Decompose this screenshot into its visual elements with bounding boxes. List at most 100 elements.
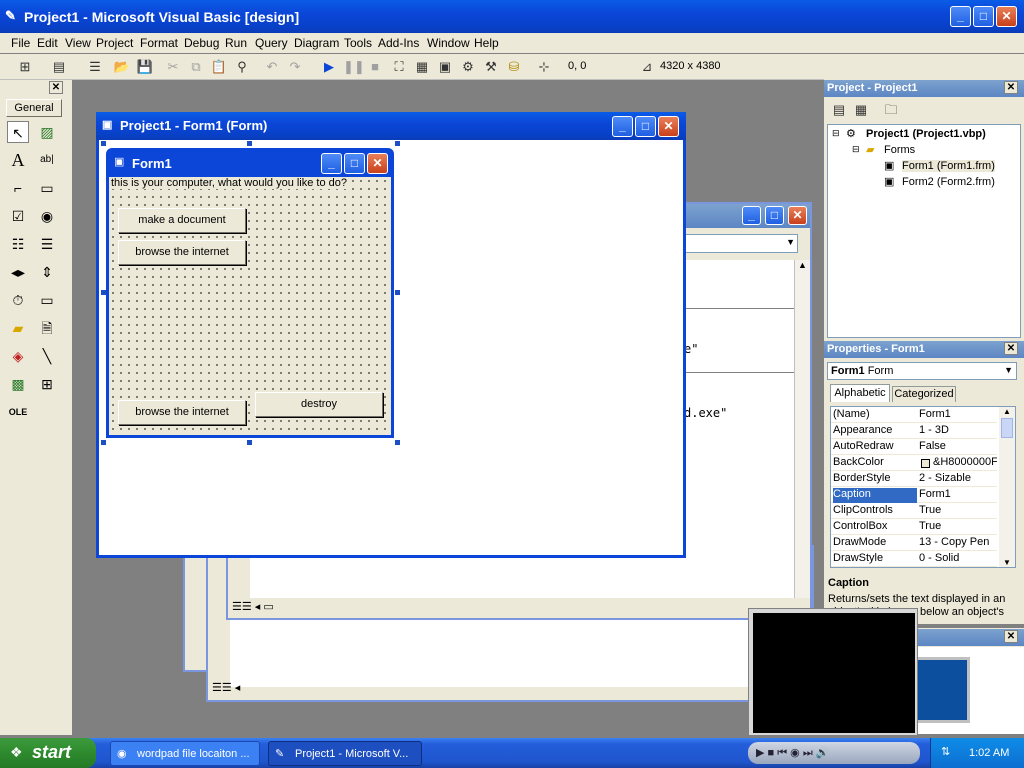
menu-run[interactable]: Run — [225, 36, 247, 50]
start-button[interactable]: ❖ start — [0, 738, 96, 768]
resize-handle[interactable] — [395, 290, 400, 295]
commandbutton-tool-icon[interactable]: ▭ — [36, 177, 58, 199]
add-project-icon[interactable]: ⊞ — [16, 58, 34, 76]
task-visual-basic[interactable]: ✎ Project1 - Microsoft V... — [268, 741, 422, 766]
textbox-tool-icon[interactable]: ab| — [36, 149, 58, 171]
drivelistbox-tool-icon[interactable]: ▭ — [36, 289, 58, 311]
tree-root[interactable]: Project1 (Project1.vbp) — [866, 128, 986, 140]
resize-handle[interactable] — [101, 440, 106, 445]
optionbutton-tool-icon[interactable]: ◉ — [36, 205, 58, 227]
menu-help[interactable]: Help — [474, 36, 499, 50]
menu-edit[interactable]: Edit — [37, 36, 58, 50]
undo-icon[interactable]: ↶ — [263, 58, 281, 76]
copy-icon[interactable]: ⧉ — [187, 58, 205, 76]
view-object-icon[interactable]: ▦ — [852, 101, 870, 119]
property-value[interactable]: True — [919, 504, 997, 519]
designer-maximize-button[interactable]: □ — [635, 116, 656, 137]
data-view-icon[interactable]: ⛁ — [505, 58, 523, 76]
tree-folder-forms[interactable]: Forms — [884, 144, 915, 156]
media-controls[interactable]: ▶ ■ ⏮ ◉ ⏭ 🔊 — [748, 742, 920, 764]
code-close-button[interactable]: ✕ — [788, 206, 807, 225]
property-row[interactable]: BackColor &H8000000F — [831, 455, 997, 471]
chevron-down-icon[interactable]: ▼ — [1004, 365, 1013, 375]
end-icon[interactable]: ■ — [366, 58, 384, 76]
pointer-tool-icon[interactable]: ↖ — [7, 121, 29, 143]
form1-client-area[interactable]: this is your computer, what would you li… — [109, 177, 391, 435]
picturebox-tool-icon[interactable]: ▨ — [36, 121, 58, 143]
hscrollbar-tool-icon[interactable]: ◂▸ — [7, 261, 29, 283]
property-row[interactable]: DrawMode 13 - Copy Pen — [831, 535, 997, 551]
start-icon[interactable]: ▶ — [320, 58, 338, 76]
code-hscrollbar[interactable]: ☰☰ ◂ ▭ — [228, 598, 810, 616]
find-icon[interactable]: ⚲ — [233, 58, 251, 76]
property-row[interactable]: Appearance 1 - 3D — [831, 423, 997, 439]
tree-item-form1[interactable]: Form1 (Form1.frm) — [902, 160, 995, 172]
frame-tool-icon[interactable]: ⌐ — [7, 177, 29, 199]
dirlistbox-tool-icon[interactable]: ▰ — [7, 317, 29, 339]
save-icon[interactable]: 💾 — [136, 58, 154, 76]
data-tool-icon[interactable]: ⊞ — [36, 373, 58, 395]
view-toggle-icon[interactable]: ☰☰ ◂ — [212, 681, 240, 694]
menu-tools[interactable]: Tools — [344, 36, 372, 50]
property-value[interactable]: 2 - Sizable — [919, 472, 997, 487]
menu-debug[interactable]: Debug — [184, 36, 219, 50]
toolbox-tab-general[interactable]: General — [6, 99, 62, 117]
resize-handle[interactable] — [101, 290, 106, 295]
property-value[interactable]: 0 - Solid — [919, 552, 997, 567]
break-icon[interactable]: ❚❚ — [343, 58, 365, 76]
collapse-icon[interactable]: ⊟ — [832, 128, 840, 139]
view-code-icon[interactable]: ▤ — [830, 101, 848, 119]
open-icon[interactable]: 📂 — [113, 58, 131, 76]
toolbox-close-button[interactable]: ✕ — [49, 81, 63, 94]
property-value[interactable]: 13 - Copy Pen — [919, 536, 997, 551]
maximize-button[interactable]: □ — [973, 6, 994, 27]
form-layout-icon[interactable]: ▣ — [436, 58, 454, 76]
toggle-folders-icon[interactable]: 🗀 — [882, 101, 900, 119]
filelistbox-tool-icon[interactable]: 🗎 — [36, 317, 58, 339]
add-form-icon[interactable]: ▤ — [50, 58, 68, 76]
menu-editor-icon[interactable]: ☰ — [86, 58, 104, 76]
task-wordpad[interactable]: ◉ wordpad file locaiton ... — [110, 741, 260, 766]
shape-tool-icon[interactable]: ◈ — [7, 345, 29, 367]
collapse-icon[interactable]: ⊟ — [852, 144, 860, 155]
property-row[interactable]: (Name) Form1 — [831, 407, 997, 423]
toolbox-icon[interactable]: ⚒ — [482, 58, 500, 76]
object-selector[interactable]: Form1 Form ▼ — [827, 362, 1017, 380]
project-explorer-icon[interactable]: ⛶ — [390, 58, 408, 76]
tab-categorized[interactable]: Categorized — [892, 386, 956, 402]
designer-minimize-button[interactable]: _ — [612, 116, 633, 137]
designer-close-button[interactable]: ✕ — [658, 116, 679, 137]
property-value[interactable]: &H8000000F — [919, 456, 997, 471]
browse-internet-button[interactable]: browse the internet — [118, 240, 246, 265]
form1-maximize-button[interactable]: □ — [344, 153, 365, 174]
property-row[interactable]: AutoRedraw False — [831, 439, 997, 455]
vscrollbar-tool-icon[interactable]: ⇕ — [36, 261, 58, 283]
network-icon[interactable]: ⇅ — [941, 745, 950, 758]
destroy-button[interactable]: destroy — [255, 392, 383, 417]
property-value[interactable]: Form1 — [919, 408, 997, 423]
menu-query[interactable]: Query — [255, 36, 288, 50]
resize-handle[interactable] — [395, 440, 400, 445]
menu-format[interactable]: Format — [140, 36, 178, 50]
form1-minimize-button[interactable]: _ — [321, 153, 342, 174]
menu-add-ins[interactable]: Add-Ins — [378, 36, 419, 50]
menu-diagram[interactable]: Diagram — [294, 36, 339, 50]
property-scrollbar[interactable]: ▲ ▼ — [999, 407, 1015, 567]
properties-window-icon[interactable]: ▦ — [413, 58, 431, 76]
property-value[interactable]: 1 - 3D — [919, 424, 997, 439]
resize-handle[interactable] — [247, 440, 252, 445]
make-document-button[interactable]: make a document — [118, 208, 246, 233]
combobox-tool-icon[interactable]: ☷ — [7, 233, 29, 255]
code-minimize-button[interactable]: _ — [742, 206, 761, 225]
timer-tool-icon[interactable]: ⏱ — [7, 289, 29, 311]
form-layout-close-button[interactable]: ✕ — [1004, 630, 1018, 643]
property-value[interactable]: False — [919, 440, 997, 455]
menu-window[interactable]: Window — [427, 36, 470, 50]
code-vscrollbar[interactable]: ▲ — [794, 260, 810, 598]
property-row[interactable]: Caption Form1 — [831, 487, 997, 503]
property-row[interactable]: BorderStyle 2 - Sizable — [831, 471, 997, 487]
property-row[interactable]: DrawStyle 0 - Solid — [831, 551, 997, 567]
close-button[interactable]: ✕ — [996, 6, 1017, 27]
menu-file[interactable]: File — [11, 36, 30, 50]
ole-tool-icon[interactable]: OLE — [7, 401, 29, 423]
